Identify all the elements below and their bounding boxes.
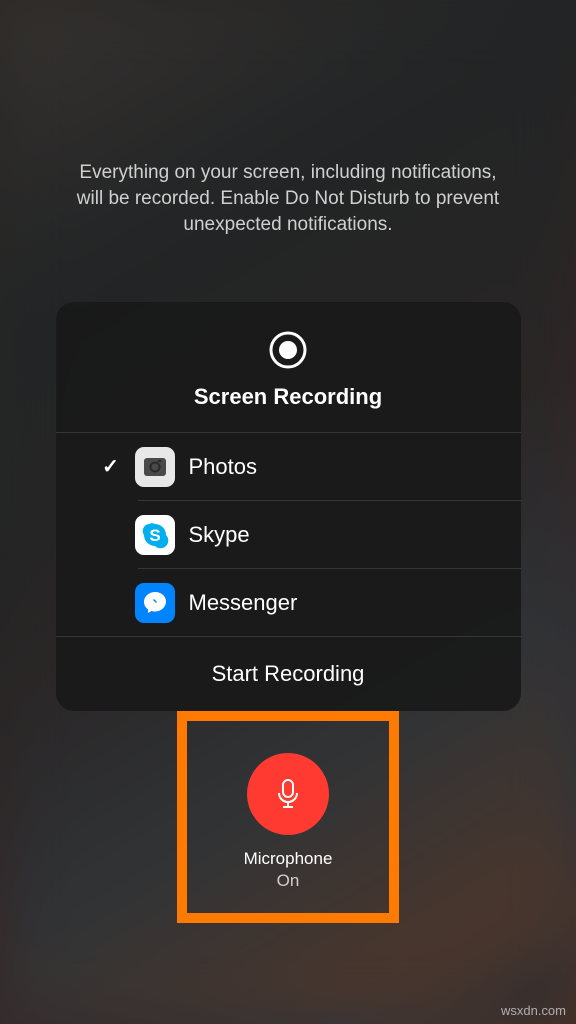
messenger-app-icon: [135, 583, 175, 623]
photos-app-icon: [135, 447, 175, 487]
app-label: Messenger: [189, 590, 298, 616]
app-item-skype[interactable]: S Skype: [56, 501, 521, 569]
start-recording-button[interactable]: Start Recording: [56, 637, 521, 711]
skype-app-icon: S: [135, 515, 175, 555]
panel-header: Screen Recording: [56, 302, 521, 433]
app-destination-list: ✓ Photos S: [56, 433, 521, 637]
app-label: Skype: [189, 522, 250, 548]
microphone-toggle-button[interactable]: [247, 753, 329, 835]
screen-recording-panel: Screen Recording ✓ Photos: [56, 302, 521, 711]
app-item-photos[interactable]: ✓ Photos: [56, 433, 521, 501]
microphone-label: Microphone: [244, 849, 333, 869]
microphone-status: On: [277, 871, 300, 891]
panel-title: Screen Recording: [194, 384, 382, 410]
checkmark-icon: ✓: [91, 454, 131, 479]
app-label: Photos: [189, 454, 258, 480]
microphone-icon: [270, 776, 306, 812]
instruction-text: Everything on your screen, including not…: [73, 160, 503, 239]
app-item-messenger[interactable]: Messenger: [56, 569, 521, 637]
svg-text:S: S: [149, 526, 160, 545]
record-icon: [268, 330, 308, 370]
watermark: wsxdn.com: [501, 1003, 566, 1018]
microphone-highlight-box: Microphone On: [177, 711, 399, 923]
